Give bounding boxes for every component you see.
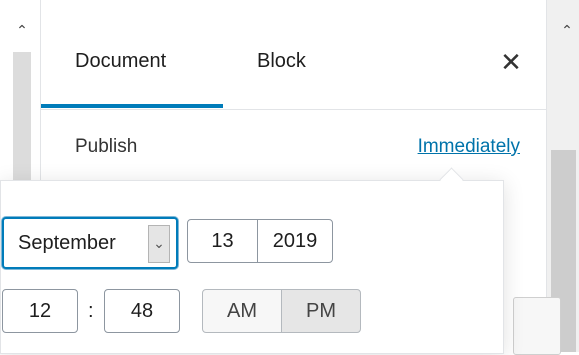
year-input[interactable]: 2019 (257, 219, 333, 263)
month-value: September (18, 231, 116, 254)
publish-date-toggle[interactable]: Immediately (418, 136, 520, 158)
hour-input[interactable]: 12 (2, 289, 78, 333)
day-input[interactable]: 13 (187, 219, 258, 263)
active-tab-indicator (41, 104, 223, 108)
close-icon[interactable]: ✕ (496, 48, 526, 78)
obscured-control (513, 297, 561, 355)
tab-document[interactable]: Document (75, 50, 166, 73)
chevron-up-icon[interactable]: ⌃ (559, 23, 575, 39)
pm-button[interactable]: PM (281, 289, 361, 333)
time-separator: : (88, 300, 94, 322)
publish-row: Publish Immediately (41, 132, 546, 168)
month-select[interactable]: September ⌄ (2, 217, 178, 269)
sidebar-tabs: Document Block ✕ (41, 14, 546, 110)
minute-input[interactable]: 48 (104, 289, 180, 333)
chevron-down-icon[interactable]: ⌄ (148, 225, 170, 263)
publish-label: Publish (75, 136, 138, 157)
tab-block[interactable]: Block (257, 50, 306, 73)
chevron-up-icon[interactable]: ⌃ (14, 23, 30, 39)
am-button[interactable]: AM (202, 289, 282, 333)
